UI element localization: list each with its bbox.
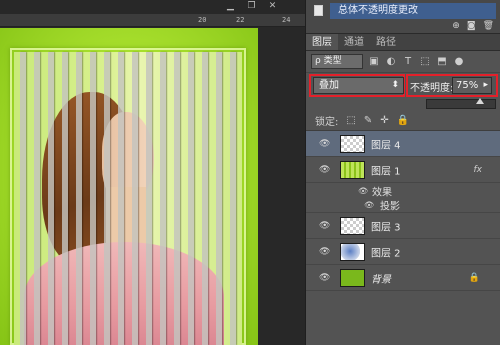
ruler-tick: 24	[282, 16, 291, 24]
lock-position-icon[interactable]: ✛	[380, 115, 388, 126]
stripe-overlay	[14, 52, 242, 345]
tab-layers[interactable]: 图层	[306, 34, 338, 50]
layer-thumbnail	[340, 217, 365, 235]
lock-label: 锁定:	[315, 117, 339, 128]
lock-pixels-icon[interactable]: ✎	[364, 115, 372, 126]
stripe	[48, 52, 54, 345]
layer-thumbnail	[340, 269, 365, 287]
layers-list: 👁 图层 4 👁 图层 1 fx 👁 效果 👁 投影 👁 图层 3 👁 图层 2	[306, 131, 500, 291]
stripe	[104, 52, 110, 345]
visibility-eye-icon[interactable]: 👁	[364, 201, 374, 210]
layer-thumbnail	[340, 243, 365, 261]
pixel-filter-icon[interactable]: ▣	[368, 56, 380, 68]
visibility-eye-icon[interactable]: 👁	[319, 247, 330, 257]
window-controls: ▁ ❐ ✕	[224, 1, 279, 12]
ruler-tick: 20	[198, 16, 207, 24]
document-icon	[314, 5, 323, 16]
stripe	[174, 52, 180, 345]
stripe	[34, 52, 40, 345]
stripe	[188, 52, 194, 345]
type-filter-icon[interactable]: T	[402, 56, 414, 68]
layers-panel-dock: 总体不透明度更改 ⊕ ◙ 🗑 图层 通道 路径 ρ 类型 ▣ ◐ T ⬚ ⬒ ●…	[305, 0, 500, 345]
opacity-arrow-icon[interactable]: ▸	[483, 78, 488, 93]
blend-mode-select[interactable]: 叠加 ⬍	[313, 77, 404, 94]
stripe	[76, 52, 82, 345]
dropdown-arrow-icon: ⬍	[391, 80, 399, 90]
stripe	[90, 52, 96, 345]
stripe	[118, 52, 124, 345]
opacity-value: 75%	[456, 80, 479, 91]
stripe	[160, 52, 166, 345]
stripe	[216, 52, 222, 345]
visibility-eye-icon[interactable]: 👁	[319, 139, 330, 149]
visibility-eye-icon[interactable]: 👁	[319, 165, 330, 175]
blend-mode-value: 叠加	[319, 80, 339, 91]
layer-name: 图层 2	[371, 248, 401, 259]
drop-shadow-row[interactable]: 👁 投影	[306, 198, 500, 213]
layer-name: 背景	[371, 274, 391, 285]
layer-thumbnail	[340, 135, 365, 153]
adjustment-filter-icon[interactable]: ◐	[385, 56, 397, 68]
stripe	[62, 52, 68, 345]
restore-button[interactable]: ❐	[245, 1, 258, 12]
ruler-tick: 22	[236, 16, 245, 24]
opacity-slider[interactable]	[426, 98, 496, 109]
stripe	[20, 52, 26, 345]
stripe	[132, 52, 138, 345]
layer-row-4[interactable]: 👁 图层 4	[306, 131, 500, 157]
visibility-eye-icon[interactable]: 👁	[319, 221, 330, 231]
opacity-input[interactable]: 75% ▸	[452, 77, 492, 94]
panel-tabs: 图层 通道 路径	[306, 34, 500, 51]
opacity-slider-thumb[interactable]	[475, 98, 484, 104]
layer-name: 图层 4	[371, 140, 401, 151]
layer-row-background[interactable]: 👁 背景 🔒	[306, 265, 500, 291]
effects-row[interactable]: 👁 效果	[306, 183, 500, 198]
history-panel: 总体不透明度更改 ⊕ ◙ 🗑	[306, 0, 500, 34]
history-toolbar: ⊕ ◙ 🗑	[452, 21, 494, 31]
layer-thumbnail	[340, 161, 365, 179]
opacity-label: 不透明度:	[410, 83, 454, 94]
layer-name: 图层 1	[371, 166, 401, 177]
stripe	[146, 52, 152, 345]
history-state-item[interactable]: 总体不透明度更改	[330, 3, 496, 19]
lock-icon: 🔒	[468, 272, 480, 283]
layer-row-2[interactable]: 👁 图层 2	[306, 239, 500, 265]
shape-filter-icon[interactable]: ⬚	[419, 56, 431, 68]
layer-row-1[interactable]: 👁 图层 1 fx	[306, 157, 500, 183]
visibility-eye-icon[interactable]: 👁	[319, 273, 330, 283]
layer-row-3[interactable]: 👁 图层 3	[306, 213, 500, 239]
new-snapshot-icon[interactable]: ⊕	[452, 21, 460, 31]
lock-all-icon[interactable]: 🔒	[397, 115, 409, 126]
tab-channels[interactable]: 通道	[338, 34, 370, 50]
horizontal-ruler: 20 22 24	[0, 14, 305, 27]
lock-row: 锁定: ⬚ ✎ ✛ 🔒	[306, 111, 500, 131]
document-canvas-area: ▁ ❐ ✕ 20 22 24	[0, 0, 305, 345]
lock-transparency-icon[interactable]: ⬚	[346, 115, 355, 126]
document-image[interactable]	[0, 28, 258, 345]
visibility-eye-icon[interactable]: 👁	[358, 186, 368, 195]
layer-filter-row: ρ 类型 ▣ ◐ T ⬚ ⬒ ●	[306, 51, 500, 73]
camera-icon[interactable]: ◙	[467, 21, 476, 31]
fx-icon[interactable]: fx	[474, 165, 483, 175]
stripe	[230, 52, 236, 345]
drop-shadow-label: 投影	[380, 201, 400, 213]
trash-icon[interactable]: 🗑	[483, 21, 494, 31]
minimize-button[interactable]: ▁	[224, 1, 237, 12]
layer-name: 图层 3	[371, 222, 401, 233]
filter-toggle-icon[interactable]: ●	[453, 56, 465, 68]
close-button[interactable]: ✕	[266, 1, 279, 12]
tab-paths[interactable]: 路径	[370, 34, 402, 50]
filter-type-select[interactable]: ρ 类型	[311, 54, 363, 69]
stripe	[202, 52, 208, 345]
blend-opacity-row: 叠加 ⬍ 不透明度: 75% ▸	[306, 73, 500, 109]
effects-label: 效果	[372, 187, 392, 198]
smart-object-filter-icon[interactable]: ⬒	[436, 56, 448, 68]
